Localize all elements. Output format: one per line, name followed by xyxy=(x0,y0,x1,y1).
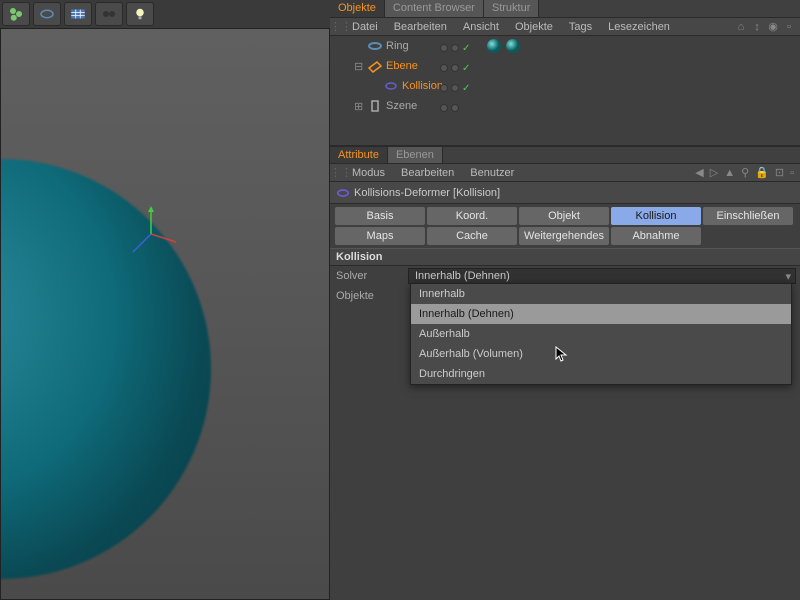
paramtab-cache[interactable]: Cache xyxy=(427,227,517,245)
section-header: Kollision xyxy=(330,248,800,266)
tab-ebenen[interactable]: Ebenen xyxy=(388,147,443,163)
home-icon[interactable]: ⌂ xyxy=(734,20,748,34)
back-icon[interactable]: ◀ xyxy=(695,166,703,179)
hierarchy-row[interactable]: ⊞ Szene xyxy=(330,96,800,116)
vis-dot[interactable] xyxy=(440,64,448,72)
vis-dot[interactable] xyxy=(451,84,459,92)
menu-bearbeiten[interactable]: Bearbeiten xyxy=(393,167,462,179)
attribute-tabs: Attribute Ebenen xyxy=(330,146,800,164)
vis-dot[interactable] xyxy=(440,44,448,52)
menu-modus[interactable]: Modus xyxy=(344,167,393,179)
arrows-icon[interactable]: ↕ xyxy=(750,20,764,34)
top-toolbar xyxy=(0,0,156,28)
square-icon[interactable]: ▫ xyxy=(790,166,794,179)
menu-lesezeichen[interactable]: Lesezeichen xyxy=(600,21,678,33)
plane-icon xyxy=(367,58,383,74)
object-hierarchy: Ring ⊟ Ebene Kollision ⊞ Szene ✓ ✓ ✓ xyxy=(330,36,800,146)
solver-dropdown[interactable]: Innerhalb (Dehnen) ▾ xyxy=(408,268,796,284)
lock-icon[interactable]: 🔒 xyxy=(755,166,769,179)
vis-dot[interactable] xyxy=(440,84,448,92)
visibility-column: ✓ ✓ ✓ xyxy=(440,38,470,118)
menu-bearbeiten[interactable]: Bearbeiten xyxy=(386,21,455,33)
square-icon[interactable]: ▫ xyxy=(782,20,796,34)
paramtab-basis[interactable]: Basis xyxy=(335,207,425,225)
objekte-label: Objekte xyxy=(334,290,408,302)
vis-dot[interactable] xyxy=(451,44,459,52)
grip-icon[interactable]: ⋮⋮ xyxy=(330,20,344,33)
null-icon xyxy=(367,98,383,114)
material-tag-icon[interactable] xyxy=(505,38,521,54)
paramtab-kollision[interactable]: Kollision xyxy=(611,207,701,225)
mesh-object xyxy=(0,132,238,600)
menu-ansicht[interactable]: Ansicht xyxy=(455,21,507,33)
deformer-title-bar: Kollisions-Deformer [Kollision] xyxy=(330,182,800,204)
menu-datei[interactable]: Datei xyxy=(344,21,386,33)
check-icon[interactable]: ✓ xyxy=(462,43,470,54)
deformer-icon xyxy=(336,186,350,200)
axis-gizmo[interactable] xyxy=(121,204,181,264)
grid-icon[interactable] xyxy=(64,2,92,26)
dropdown-option[interactable]: Innerhalb xyxy=(411,284,791,304)
hierarchy-row[interactable]: ⊟ Ebene xyxy=(330,56,800,76)
search-icon[interactable]: ⚲ xyxy=(741,166,749,179)
menu-tags[interactable]: Tags xyxy=(561,21,600,33)
parameter-tabs: Basis Koord. Objekt Kollision Einschließ… xyxy=(330,204,800,248)
paramtab-abnahme[interactable]: Abnahme xyxy=(611,227,701,245)
dropdown-option[interactable]: Außerhalb (Volumen) xyxy=(411,344,791,364)
dropdown-option[interactable]: Durchdringen xyxy=(411,364,791,384)
object-name: Ebene xyxy=(386,60,418,72)
expander-icon[interactable]: ⊟ xyxy=(354,60,364,73)
collision-icon xyxy=(383,78,399,94)
dropdown-option[interactable]: Außerhalb xyxy=(411,324,791,344)
vis-dot[interactable] xyxy=(440,104,448,112)
fwd-icon[interactable]: ▷ xyxy=(710,166,718,179)
dropdown-arrow-icon: ▾ xyxy=(785,270,791,283)
object-name: Szene xyxy=(386,100,417,112)
menu-objekte[interactable]: Objekte xyxy=(507,21,561,33)
right-panel: Objekte Content Browser Struktur ⋮⋮ Date… xyxy=(330,0,800,600)
paramtab-einschliessen[interactable]: Einschließen xyxy=(703,207,793,225)
objects-tabs: Objekte Content Browser Struktur xyxy=(330,0,800,18)
deformer-title: Kollisions-Deformer [Kollision] xyxy=(354,187,500,199)
light-icon[interactable] xyxy=(126,2,154,26)
object-name: Kollision xyxy=(402,80,443,92)
solver-value: Innerhalb (Dehnen) xyxy=(415,270,510,282)
glasses-icon[interactable] xyxy=(95,2,123,26)
param-row-objekte: Objekte ▸ Innerhalb Innerhalb (Dehnen) A… xyxy=(330,286,800,306)
eye-icon[interactable]: ◉ xyxy=(766,20,780,34)
solver-label: Solver xyxy=(334,270,408,282)
objects-menubar: ⋮⋮ Datei Bearbeiten Ansicht Objekte Tags… xyxy=(330,18,800,36)
attribute-menubar: ⋮⋮ Modus Bearbeiten Benutzer ◀ ▷ ▲ ⚲ 🔒 ⊡… xyxy=(330,164,800,182)
hierarchy-row[interactable]: Ring xyxy=(330,36,800,56)
vis-dot[interactable] xyxy=(451,64,459,72)
paramtab-objekt[interactable]: Objekt xyxy=(519,207,609,225)
grip-icon[interactable]: ⋮⋮ xyxy=(330,166,344,179)
expander-icon[interactable]: ⊞ xyxy=(354,100,364,113)
up-icon[interactable]: ▲ xyxy=(724,166,735,179)
check-icon[interactable]: ✓ xyxy=(462,83,470,94)
gears-icon[interactable] xyxy=(2,2,30,26)
paramtab-maps[interactable]: Maps xyxy=(335,227,425,245)
check-icon[interactable]: ✓ xyxy=(462,63,470,74)
tag-column xyxy=(486,38,521,61)
tab-content-browser[interactable]: Content Browser xyxy=(385,0,484,17)
solver-dropdown-menu: Innerhalb Innerhalb (Dehnen) Außerhalb A… xyxy=(410,283,792,385)
tab-objekte[interactable]: Objekte xyxy=(330,0,385,17)
menu-benutzer[interactable]: Benutzer xyxy=(462,167,522,179)
new-icon[interactable]: ⊡ xyxy=(775,166,784,179)
paramtab-koord[interactable]: Koord. xyxy=(427,207,517,225)
torus-icon xyxy=(367,38,383,54)
dropdown-option[interactable]: Innerhalb (Dehnen) xyxy=(411,304,791,324)
paramtab-weitergehendes[interactable]: Weitergehendes xyxy=(519,227,609,245)
object-name: Ring xyxy=(386,40,409,52)
hierarchy-row[interactable]: Kollision xyxy=(330,76,800,96)
tab-struktur[interactable]: Struktur xyxy=(484,0,540,17)
viewport-3d[interactable] xyxy=(0,28,330,600)
material-tag-icon[interactable] xyxy=(486,38,502,54)
tab-attribute[interactable]: Attribute xyxy=(330,147,388,163)
vis-dot[interactable] xyxy=(451,104,459,112)
lens-icon[interactable] xyxy=(33,2,61,26)
